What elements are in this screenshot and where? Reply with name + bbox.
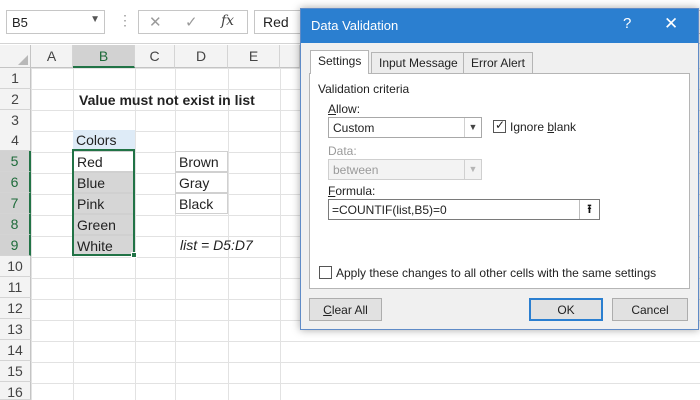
data-select: between ▼ — [328, 159, 482, 180]
tab-input-message[interactable]: Input Message — [371, 52, 466, 73]
column-header-b[interactable]: B — [73, 45, 135, 68]
clear-all-rest: lear All — [331, 303, 368, 317]
ignore-blank-label[interactable]: Ignore blank — [510, 120, 576, 134]
row-header-1[interactable]: 1 — [0, 68, 31, 89]
fill-handle[interactable] — [131, 252, 137, 258]
column-header-e[interactable]: E — [228, 45, 280, 68]
data-validation-dialog: Data Validation ? ✕ Settings Input Messa… — [300, 8, 699, 330]
ignore-blank-checkbox[interactable]: ✓ — [493, 118, 506, 133]
column-header-d[interactable]: D — [175, 45, 228, 68]
column-header-f[interactable] — [280, 45, 300, 68]
row-header-5[interactable]: 5 — [0, 151, 31, 172]
cell-b6[interactable]: Blue — [73, 172, 135, 193]
dialog-title: Data Validation — [311, 18, 399, 33]
formula-label-rest: ormula: — [335, 184, 376, 198]
formula-bar-grip-icon: ⋮ — [118, 12, 133, 28]
chevron-down-icon[interactable]: ▼ — [90, 14, 100, 25]
formula-field[interactable]: =COUNTIF(list,B5)=0 ⭱ — [328, 199, 600, 220]
row-header-3[interactable]: 3 — [0, 110, 31, 131]
column-header-a[interactable]: A — [31, 45, 73, 68]
formula-bar-buttons: ✕ ✓ fx — [138, 10, 248, 34]
clear-all-accel: C — [323, 303, 332, 317]
close-icon[interactable]: ✕ — [664, 14, 678, 34]
row-header-12[interactable]: 12 — [0, 298, 31, 319]
select-all-corner[interactable] — [0, 45, 31, 68]
apply-to-all-checkbox[interactable] — [319, 266, 332, 279]
row-header-16[interactable]: 16 — [0, 382, 31, 400]
data-select-value: between — [333, 163, 379, 177]
clear-all-button[interactable]: Clear All — [309, 298, 382, 321]
name-box-value: B5 — [12, 15, 28, 30]
grid-line — [228, 68, 229, 400]
tab-error-alert[interactable]: Error Alert — [463, 52, 534, 73]
data-label: Data: — [328, 144, 357, 158]
row-header-7[interactable]: 7 — [0, 193, 31, 214]
ignore-blank-label-pre: Ignore — [510, 120, 548, 134]
row-header-8[interactable]: 8 — [0, 214, 31, 235]
grid-line — [175, 68, 176, 400]
row-header-6[interactable]: 6 — [0, 172, 31, 193]
collapse-dialog-button[interactable]: ⭱ — [579, 200, 599, 219]
allow-label: Allow: — [328, 102, 360, 116]
formula-input-value: Red — [263, 14, 289, 30]
name-box[interactable]: B5 ▼ — [6, 10, 105, 34]
row-header-15[interactable]: 15 — [0, 361, 31, 382]
row-header-10[interactable]: 10 — [0, 256, 31, 277]
tab-settings[interactable]: Settings — [310, 50, 370, 74]
grid-line — [280, 68, 281, 400]
dialog-titlebar[interactable]: Data Validation ? ✕ — [301, 9, 698, 43]
range-select-icon: ⭱ — [587, 202, 592, 216]
insert-function-icon[interactable]: fx — [221, 13, 234, 29]
chevron-down-icon[interactable]: ▼ — [464, 118, 481, 137]
validation-criteria-label: Validation criteria — [318, 82, 410, 96]
formula-field-value: =COUNTIF(list,B5)=0 — [332, 203, 447, 217]
cell-d6[interactable]: Gray — [175, 172, 228, 193]
row-header-2[interactable]: 2 — [0, 89, 31, 110]
cancel-button[interactable]: Cancel — [612, 298, 688, 321]
row-header-9[interactable]: 9 — [0, 235, 31, 256]
row-header-14[interactable]: 14 — [0, 340, 31, 361]
ignore-blank-label-post: lank — [554, 120, 577, 134]
row-header-13[interactable]: 13 — [0, 319, 31, 340]
enter-icon[interactable]: ✓ — [185, 13, 198, 31]
select-all-icon — [18, 55, 28, 65]
help-icon[interactable]: ? — [623, 15, 631, 32]
row-header-11[interactable]: 11 — [0, 277, 31, 298]
settings-panel: Validation criteria Allow: Custom ▼ ✓ Ig… — [309, 73, 690, 289]
apply-to-all-label[interactable]: Apply these changes to all other cells w… — [336, 266, 656, 280]
row-header-4[interactable]: 4 — [0, 130, 31, 151]
cell-b9[interactable]: White — [73, 235, 135, 256]
cell-b8[interactable]: Green — [73, 214, 135, 235]
cell-b5[interactable]: Red — [73, 151, 135, 172]
formula-label: Formula: — [328, 184, 375, 198]
allow-label-rest: llow: — [336, 102, 361, 116]
allow-select[interactable]: Custom ▼ — [328, 117, 482, 138]
cell-d7[interactable]: Black — [175, 193, 228, 214]
grid-line — [135, 68, 136, 400]
check-icon: ✓ — [495, 118, 506, 132]
chevron-down-icon: ▼ — [464, 160, 481, 179]
allow-select-value: Custom — [333, 121, 375, 135]
cell-b7[interactable]: Pink — [73, 193, 135, 214]
column-header-c[interactable]: C — [135, 45, 175, 68]
cell-d9-note[interactable]: list = D5:D7 — [177, 235, 253, 256]
cell-b2-title[interactable]: Value must not exist in list — [76, 90, 255, 111]
cell-b4-colors-header[interactable]: Colors — [73, 130, 135, 151]
allow-label-accel: A — [328, 102, 337, 116]
cancel-icon[interactable]: ✕ — [149, 13, 162, 31]
ok-button[interactable]: OK — [529, 298, 603, 321]
cell-d5[interactable]: Brown — [175, 151, 228, 172]
